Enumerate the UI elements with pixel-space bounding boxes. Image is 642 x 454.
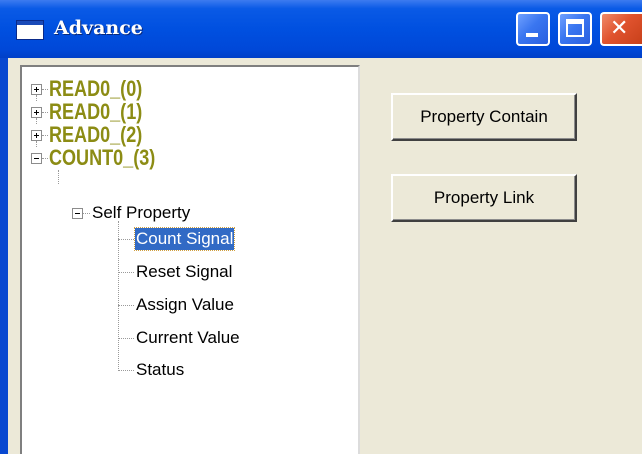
expand-plus-icon[interactable]: [31, 84, 42, 95]
maximize-icon: [566, 19, 584, 37]
expand-plus-icon[interactable]: [31, 107, 42, 118]
minimize-button[interactable]: [516, 12, 550, 46]
tree-node-self-property[interactable]: Self Property: [92, 202, 190, 224]
tree-node-read0-0[interactable]: READ0_(0): [49, 77, 142, 101]
tree-leaf-reset-signal[interactable]: Reset Signal: [136, 261, 232, 283]
property-tree[interactable]: READ0_(0) READ0_(1) READ0_(2) COUNT0_(3)…: [20, 65, 360, 454]
window-frame-left: [0, 58, 8, 454]
collapse-minus-icon[interactable]: [31, 153, 42, 164]
close-icon: ✕: [610, 16, 629, 41]
window-title: Advance: [54, 17, 143, 39]
expand-plus-icon[interactable]: [31, 130, 42, 141]
tree-leaf-count-signal[interactable]: Count Signal: [133, 227, 236, 251]
tree-leaf-status[interactable]: Status: [136, 359, 184, 381]
tree-leaf-assign-value[interactable]: Assign Value: [136, 294, 234, 316]
minimize-icon: [526, 33, 538, 37]
tree-leaf-current-value[interactable]: Current Value: [136, 327, 240, 349]
window-icon[interactable]: [16, 20, 44, 40]
tree-node-read0-2[interactable]: READ0_(2): [49, 123, 142, 147]
maximize-button[interactable]: [558, 12, 592, 46]
tree-node-read0-1[interactable]: READ0_(1): [49, 100, 142, 124]
property-link-button[interactable]: Property Link: [391, 174, 577, 222]
collapse-minus-icon[interactable]: [72, 208, 83, 219]
title-bar[interactable]: Advance ✕: [0, 0, 642, 58]
tree-node-count0-3[interactable]: COUNT0_(3): [49, 146, 155, 170]
close-button[interactable]: ✕: [600, 12, 642, 46]
property-contain-button[interactable]: Property Contain: [391, 93, 577, 141]
